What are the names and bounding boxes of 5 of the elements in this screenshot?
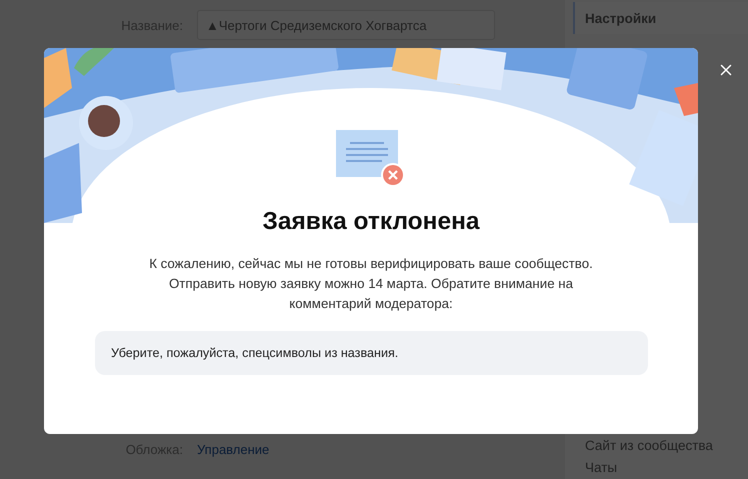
modal-title: Заявка отклонена xyxy=(262,208,480,236)
moderator-comment: Уберите, пожалуйста, спецсимволы из названия. xyxy=(95,331,648,375)
rejected-document-icon xyxy=(336,130,406,188)
message-text: К сожалению, сейчас мы не готовы верифицировать ваше сообщество. Отправить новую заявку можно 14 марта. Обратите внимание на комментарий модератора: xyxy=(148,255,594,313)
manage-link[interactable]: Управление xyxy=(197,442,270,457)
